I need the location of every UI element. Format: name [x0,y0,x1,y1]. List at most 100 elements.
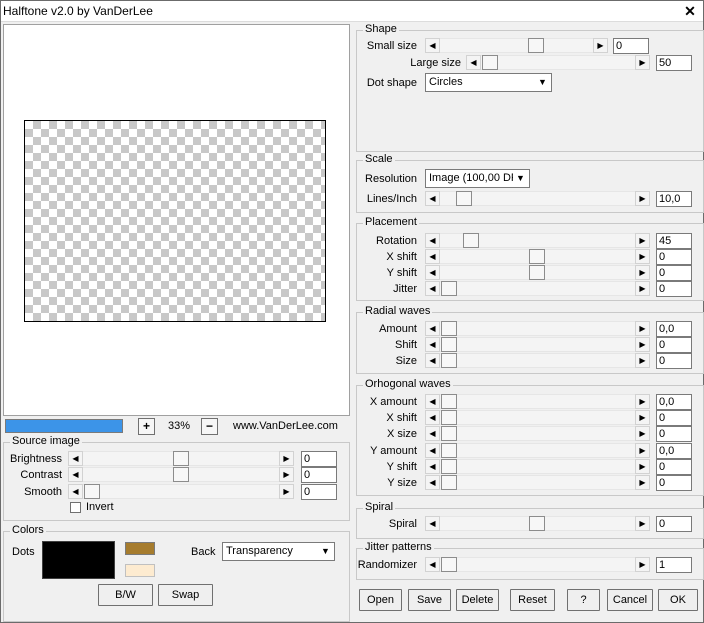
small-size-right-arrow[interactable]: ▶ [593,38,608,53]
y-amount-right-arrow[interactable]: ▶ [635,443,650,458]
brightness-thumb[interactable] [173,451,189,466]
reset-button[interactable]: Reset [510,589,555,611]
small-size-thumb[interactable] [528,38,544,53]
smooth-value[interactable]: 0 [301,484,337,500]
rotation-right-arrow[interactable]: ▶ [635,233,650,248]
resolution-arrow-icon[interactable]: ▼ [513,171,528,186]
lines-inch-left-arrow[interactable]: ◀ [425,191,440,206]
preview-image[interactable] [24,120,326,322]
close-button[interactable]: ✕ [683,4,697,18]
invert-checkbox[interactable] [70,502,81,513]
zoom-in-button[interactable]: + [138,418,155,435]
radial-shift-right-arrow[interactable]: ▶ [635,337,650,352]
spiral-value[interactable]: 0 [656,516,692,532]
dots-color-b[interactable] [125,564,155,577]
contrast-value[interactable]: 0 [301,467,337,483]
ortho-x-shift-left-arrow[interactable]: ◀ [425,410,440,425]
jitter-value[interactable]: 0 [656,281,692,297]
preview-pane[interactable] [3,24,350,416]
x-amount-slider[interactable] [425,394,650,409]
dots-color-a[interactable] [125,542,155,555]
dots-color-swatch[interactable] [42,541,115,579]
swap-button[interactable]: Swap [158,584,213,606]
dot-shape-combo[interactable]: Circles ▼ [425,73,552,92]
delete-button[interactable]: Delete [456,589,499,611]
radial-size-slider[interactable] [425,353,650,368]
brightness-value[interactable]: 0 [301,451,337,467]
y-amount-value[interactable]: 0,0 [656,443,692,459]
y-size-value[interactable]: 0 [656,475,692,491]
ortho-y-shift-right-arrow[interactable]: ▶ [635,459,650,474]
x-size-slider[interactable] [425,426,650,441]
ok-button[interactable]: OK [658,589,698,611]
brightness-right-arrow[interactable]: ▶ [279,451,294,466]
y-shift-thumb[interactable] [529,265,545,280]
radial-amount-thumb[interactable] [441,321,457,336]
ortho-y-shift-slider[interactable] [425,459,650,474]
brightness-left-arrow[interactable]: ◀ [68,451,83,466]
jitter-left-arrow[interactable]: ◀ [425,281,440,296]
x-amount-value[interactable]: 0,0 [656,394,692,410]
spiral-left-arrow[interactable]: ◀ [425,516,440,531]
cancel-button[interactable]: Cancel [607,589,653,611]
contrast-left-arrow[interactable]: ◀ [68,467,83,482]
radial-amount-right-arrow[interactable]: ▶ [635,321,650,336]
y-size-right-arrow[interactable]: ▶ [635,475,650,490]
contrast-right-arrow[interactable]: ▶ [279,467,294,482]
y-size-slider[interactable] [425,475,650,490]
x-size-value[interactable]: 0 [656,426,692,442]
large-size-value[interactable]: 50 [656,55,692,71]
x-size-right-arrow[interactable]: ▶ [635,426,650,441]
radial-size-left-arrow[interactable]: ◀ [425,353,440,368]
ortho-x-shift-thumb[interactable] [441,410,457,425]
y-amount-thumb[interactable] [441,443,457,458]
small-size-left-arrow[interactable]: ◀ [425,38,440,53]
back-combo-arrow-icon[interactable]: ▼ [318,544,333,559]
large-size-right-arrow[interactable]: ▶ [635,55,650,70]
radial-amount-value[interactable]: 0,0 [656,321,692,337]
jitter-thumb[interactable] [441,281,457,296]
ortho-y-shift-value[interactable]: 0 [656,459,692,475]
ortho-y-shift-thumb[interactable] [441,459,457,474]
y-size-thumb[interactable] [441,475,457,490]
ortho-x-shift-right-arrow[interactable]: ▶ [635,410,650,425]
radial-shift-left-arrow[interactable]: ◀ [425,337,440,352]
x-shift-right-arrow[interactable]: ▶ [635,249,650,264]
radial-size-value[interactable]: 0 [656,353,692,369]
rotation-value[interactable]: 45 [656,233,692,249]
radial-amount-left-arrow[interactable]: ◀ [425,321,440,336]
contrast-thumb[interactable] [173,467,189,482]
y-shift-right-arrow[interactable]: ▶ [635,265,650,280]
small-size-value[interactable]: 0 [613,38,649,54]
randomizer-slider[interactable] [425,557,650,572]
smooth-slider[interactable] [68,484,294,499]
randomizer-value[interactable]: 1 [656,557,692,573]
save-button[interactable]: Save [408,589,451,611]
x-amount-thumb[interactable] [441,394,457,409]
x-shift-thumb[interactable] [529,249,545,264]
radial-size-right-arrow[interactable]: ▶ [635,353,650,368]
x-amount-left-arrow[interactable]: ◀ [425,394,440,409]
rotation-slider[interactable] [425,233,650,248]
y-shift-value[interactable]: 0 [656,265,692,281]
jitter-right-arrow[interactable]: ▶ [635,281,650,296]
randomizer-left-arrow[interactable]: ◀ [425,557,440,572]
x-shift-value[interactable]: 0 [656,249,692,265]
website-link[interactable]: www.VanDerLee.com [233,420,338,432]
help-button[interactable]: ? [567,589,600,611]
y-shift-left-arrow[interactable]: ◀ [425,265,440,280]
lines-inch-right-arrow[interactable]: ▶ [635,191,650,206]
x-shift-left-arrow[interactable]: ◀ [425,249,440,264]
y-size-left-arrow[interactable]: ◀ [425,475,440,490]
y-amount-left-arrow[interactable]: ◀ [425,443,440,458]
large-size-thumb[interactable] [482,55,498,70]
jitter-slider[interactable] [425,281,650,296]
lines-inch-value[interactable]: 10,0 [656,191,692,207]
radial-shift-value[interactable]: 0 [656,337,692,353]
x-size-left-arrow[interactable]: ◀ [425,426,440,441]
radial-shift-thumb[interactable] [441,337,457,352]
smooth-thumb[interactable] [84,484,100,499]
ortho-y-shift-left-arrow[interactable]: ◀ [425,459,440,474]
randomizer-thumb[interactable] [441,557,457,572]
zoom-out-button[interactable]: − [201,418,218,435]
